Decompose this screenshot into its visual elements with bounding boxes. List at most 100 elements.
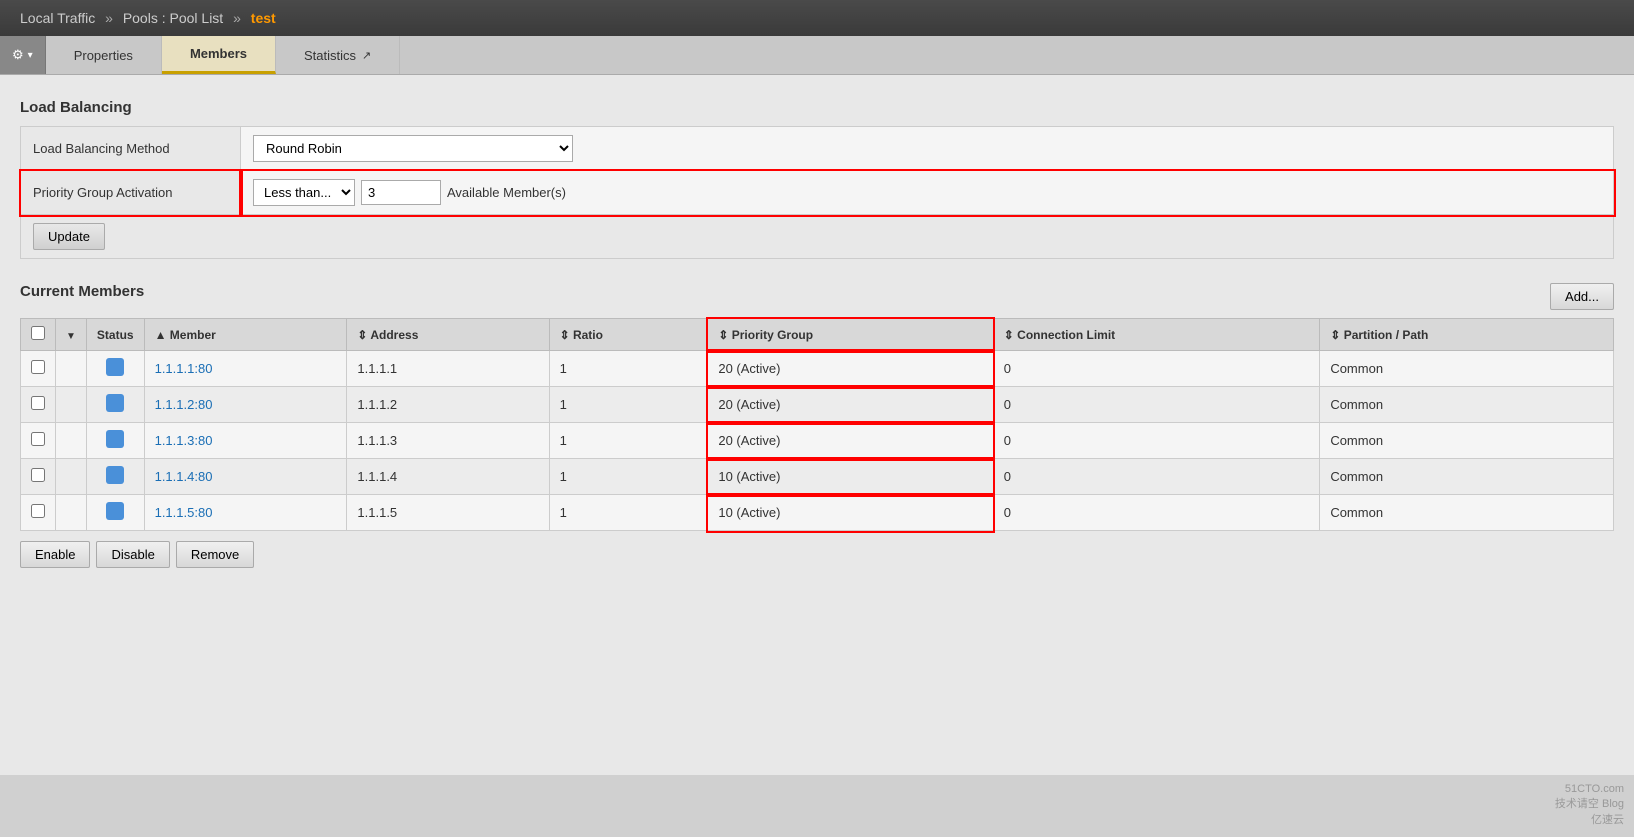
gear-tab[interactable]: ⚙ ▾ (0, 36, 46, 74)
enable-button[interactable]: Enable (20, 541, 90, 568)
watermark: 51CTO.com 技术请空 Blog 亿速云 (1555, 783, 1624, 827)
row-status-cell (86, 459, 144, 495)
connection-limit-col-th[interactable]: ⇕ Connection Limit (993, 319, 1320, 351)
row-address-cell: 1.1.1.4 (347, 459, 549, 495)
row-checkbox-cell (21, 423, 56, 459)
tab-properties-label: Properties (74, 48, 133, 63)
dropdown-col-icon: ▼ (66, 331, 76, 342)
add-button[interactable]: Add... (1550, 283, 1614, 310)
lb-method-value-cell: Round Robin Least Connections Fastest Ob… (241, 127, 1614, 171)
row-partition-path-cell: Common (1320, 387, 1614, 423)
remove-button[interactable]: Remove (176, 541, 254, 568)
current-members-title: Current Members (20, 283, 144, 300)
external-link-icon: ↗ (362, 49, 371, 62)
gear-dropdown-icon: ▾ (28, 50, 33, 61)
members-header: Current Members Add... (20, 283, 1614, 310)
row-connection-limit-cell: 0 (993, 495, 1320, 531)
lb-method-row: Load Balancing Method Round Robin Least … (21, 127, 1614, 171)
ratio-col-label: ⇕ Ratio (560, 328, 603, 342)
lb-method-label: Load Balancing Method (21, 127, 241, 171)
row-checkbox[interactable] (31, 360, 45, 374)
row-ratio-cell: 1 (549, 351, 708, 387)
breadcrumb-active: test (251, 10, 276, 26)
pga-label: Priority Group Activation (21, 171, 241, 215)
status-col-label: Status (97, 328, 134, 342)
row-checkbox[interactable] (31, 504, 45, 518)
breadcrumb-sep2: » (233, 10, 241, 26)
watermark-line2: 技术请空 Blog (1555, 795, 1624, 811)
row-partition-path-cell: Common (1320, 423, 1614, 459)
update-row: Update (21, 215, 1614, 259)
disable-button[interactable]: Disable (96, 541, 169, 568)
row-connection-limit-cell: 0 (993, 459, 1320, 495)
row-checkbox-cell (21, 351, 56, 387)
pga-condition-select[interactable]: Disabled Less than... (253, 179, 355, 206)
member-col-th[interactable]: ▲ Member (144, 319, 347, 351)
tab-statistics[interactable]: Statistics ↗ (276, 36, 400, 74)
breadcrumb-root: Local Traffic (20, 10, 95, 26)
row-address-cell: 1.1.1.5 (347, 495, 549, 531)
row-dropdown-cell (56, 351, 87, 387)
row-ratio-cell: 1 (549, 387, 708, 423)
row-address-cell: 1.1.1.3 (347, 423, 549, 459)
partition-path-col-label: ⇕ Partition / Path (1330, 328, 1428, 342)
address-col-th[interactable]: ⇕ Address (347, 319, 549, 351)
members-tbody: 1.1.1.1:801.1.1.1120 (Active)0Common1.1.… (21, 351, 1614, 531)
connection-limit-col-label: ⇕ Connection Limit (1004, 328, 1115, 342)
content-area: Load Balancing Load Balancing Method Rou… (0, 75, 1634, 775)
pga-controls: Disabled Less than... Available Member(s… (253, 179, 1601, 206)
status-col-th: Status (86, 319, 144, 351)
top-bar: Local Traffic » Pools : Pool List » test (0, 0, 1634, 36)
priority-group-col-label: ⇕ Priority Group (718, 328, 813, 342)
lb-method-select[interactable]: Round Robin Least Connections Fastest Ob… (253, 135, 573, 162)
row-checkbox[interactable] (31, 468, 45, 482)
update-button[interactable]: Update (33, 223, 105, 250)
pga-value-input[interactable] (361, 180, 441, 205)
row-checkbox-cell (21, 459, 56, 495)
tab-properties[interactable]: Properties (46, 36, 162, 74)
row-member-cell: 1.1.1.3:80 (144, 423, 347, 459)
row-partition-path-cell: Common (1320, 459, 1614, 495)
status-icon (106, 358, 124, 376)
status-icon (106, 502, 124, 520)
row-dropdown-cell (56, 495, 87, 531)
row-priority-group-cell: 10 (Active) (708, 495, 993, 531)
row-status-cell (86, 423, 144, 459)
row-checkbox-cell (21, 387, 56, 423)
row-connection-limit-cell: 0 (993, 387, 1320, 423)
row-checkbox[interactable] (31, 396, 45, 410)
row-member-cell: 1.1.1.2:80 (144, 387, 347, 423)
table-row: 1.1.1.4:801.1.1.4110 (Active)0Common (21, 459, 1614, 495)
member-link[interactable]: 1.1.1.4:80 (155, 469, 213, 484)
update-cell: Update (21, 215, 1614, 259)
load-balancing-title: Load Balancing (20, 99, 1614, 116)
member-link[interactable]: 1.1.1.2:80 (155, 397, 213, 412)
status-icon (106, 430, 124, 448)
members-table: ▼ Status ▲ Member ⇕ Address ⇕ Ratio ⇕ Pr… (20, 318, 1614, 531)
row-member-cell: 1.1.1.5:80 (144, 495, 347, 531)
table-row: 1.1.1.3:801.1.1.3120 (Active)0Common (21, 423, 1614, 459)
member-link[interactable]: 1.1.1.5:80 (155, 505, 213, 520)
member-col-label: ▲ Member (155, 328, 216, 342)
priority-group-activation-row: Priority Group Activation Disabled Less … (21, 171, 1614, 215)
breadcrumb-mid: Pools : Pool List (123, 10, 223, 26)
row-member-cell: 1.1.1.4:80 (144, 459, 347, 495)
member-link[interactable]: 1.1.1.3:80 (155, 433, 213, 448)
row-connection-limit-cell: 0 (993, 351, 1320, 387)
row-address-cell: 1.1.1.1 (347, 351, 549, 387)
ratio-col-th[interactable]: ⇕ Ratio (549, 319, 708, 351)
tab-members[interactable]: Members (162, 36, 276, 74)
tab-statistics-label: Statistics (304, 48, 356, 63)
row-dropdown-cell (56, 423, 87, 459)
load-balancing-table: Load Balancing Method Round Robin Least … (20, 126, 1614, 259)
priority-group-col-th[interactable]: ⇕ Priority Group (708, 319, 993, 351)
breadcrumb-sep1: » (105, 10, 113, 26)
table-row: 1.1.1.5:801.1.1.5110 (Active)0Common (21, 495, 1614, 531)
partition-path-col-th[interactable]: ⇕ Partition / Path (1320, 319, 1614, 351)
member-link[interactable]: 1.1.1.1:80 (155, 361, 213, 376)
row-checkbox[interactable] (31, 432, 45, 446)
row-address-cell: 1.1.1.2 (347, 387, 549, 423)
status-icon (106, 394, 124, 412)
select-all-checkbox[interactable] (31, 326, 45, 340)
gear-icon: ⚙ (12, 47, 24, 63)
